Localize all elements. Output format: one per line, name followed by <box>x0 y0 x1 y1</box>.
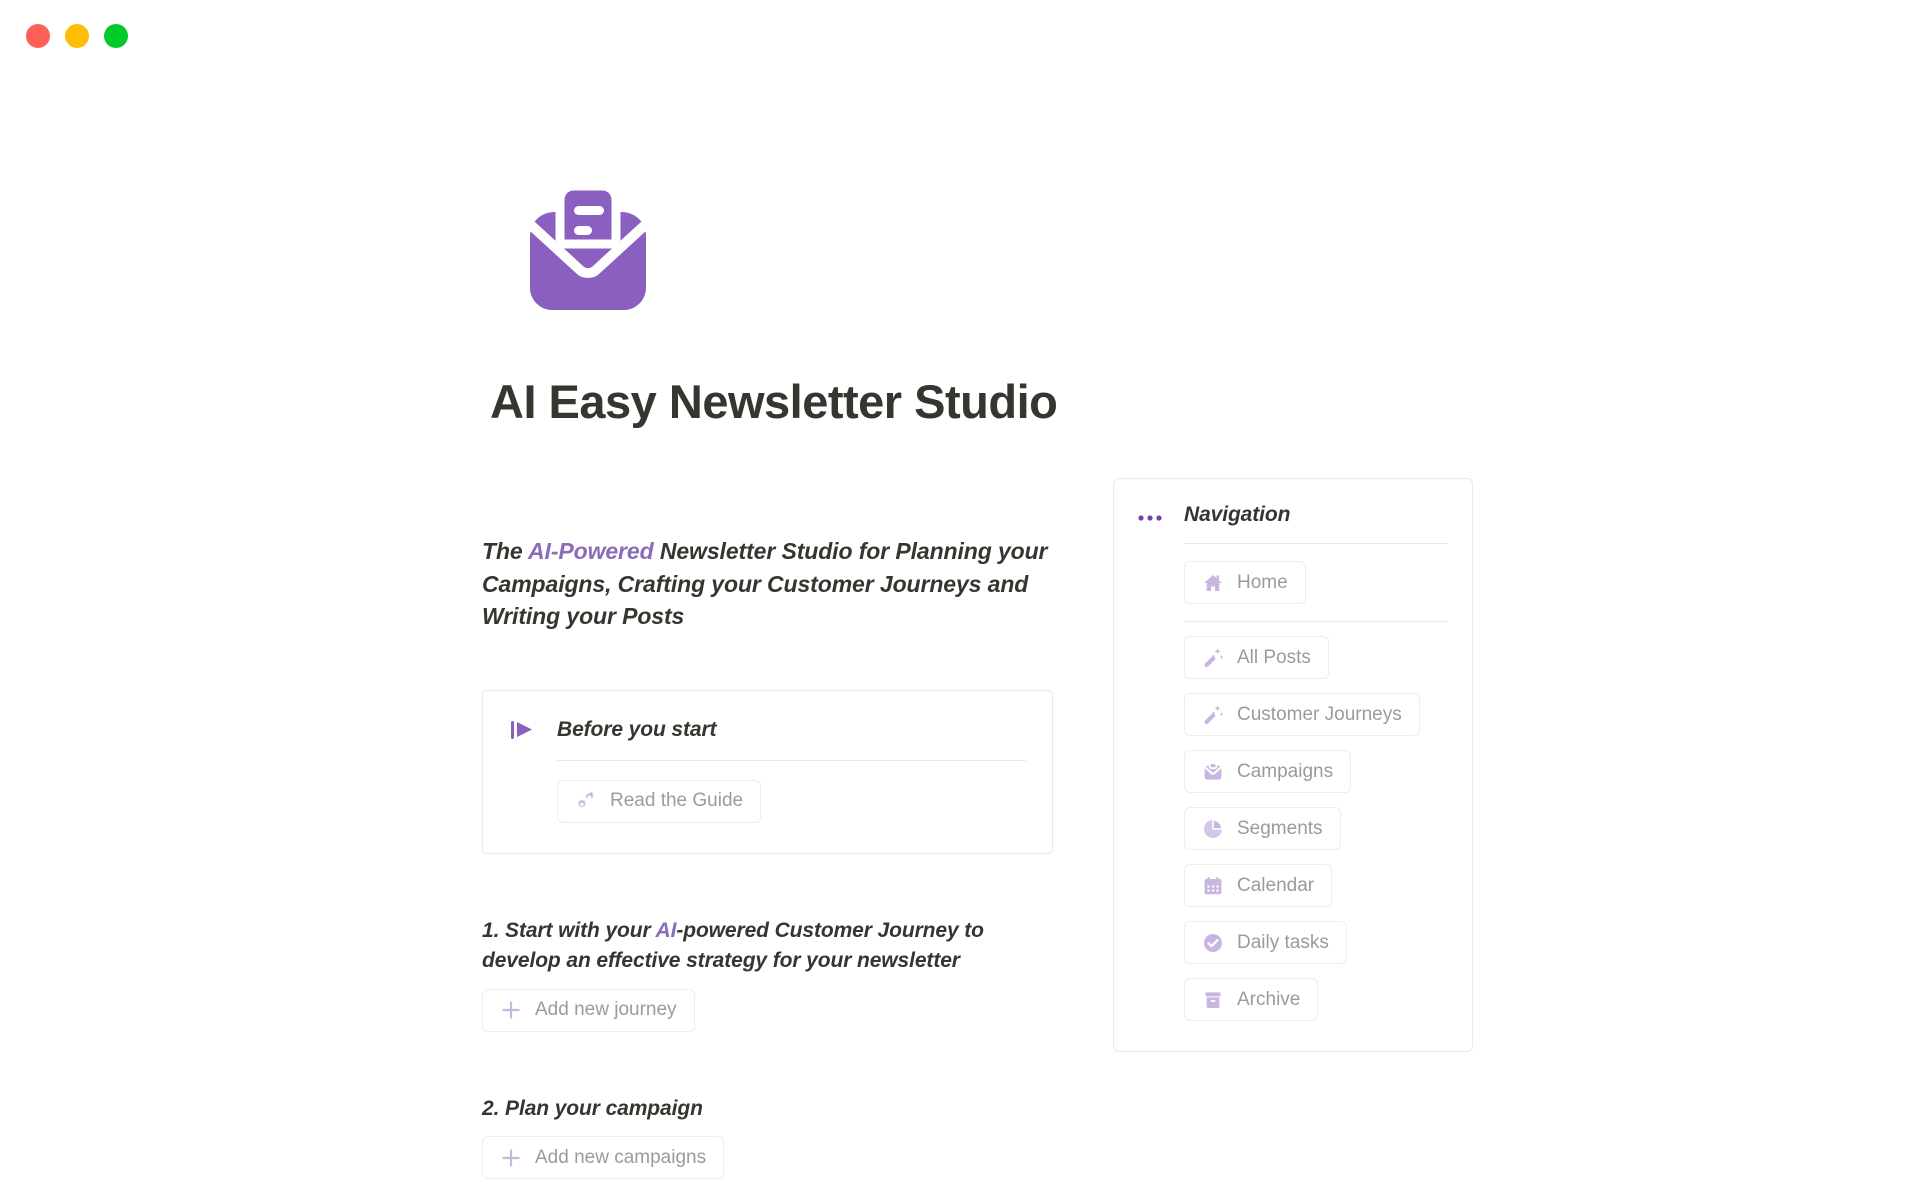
navigation-panel: Navigation Home All Posts Customer Journ… <box>1113 478 1473 1052</box>
sidebar-item-home[interactable]: Home <box>1184 561 1306 604</box>
nav-row-calendar: Calendar <box>1184 864 1448 907</box>
nav-row-home: Home <box>1184 561 1448 604</box>
three-dots-icon <box>1138 510 1162 521</box>
nav-row-segments: Segments <box>1184 807 1448 850</box>
read-the-guide-button[interactable]: Read the Guide <box>557 779 762 823</box>
step-1: 1. Start with your AI-powered Customer J… <box>482 916 1062 1032</box>
magic-wand-icon <box>1202 704 1224 726</box>
page-title: AI Easy Newsletter Studio <box>490 375 1058 428</box>
sidebar-item-home-label: Home <box>1237 571 1288 593</box>
sidebar-item-campaigns-label: Campaigns <box>1237 760 1334 782</box>
nav-row-archive: Archive <box>1184 978 1448 1021</box>
archive-icon <box>1202 989 1224 1011</box>
magic-wand-icon <box>1202 647 1224 669</box>
sidebar-item-all-posts-label: All Posts <box>1237 646 1311 668</box>
nav-row-customer-journeys: Customer Journeys <box>1184 693 1448 736</box>
gears-icon <box>575 790 597 812</box>
sidebar-item-calendar[interactable]: Calendar <box>1184 864 1333 907</box>
step-1-title-accent: AI <box>655 918 677 942</box>
callout-title: Before you start <box>557 717 717 741</box>
nav-row-campaigns: Campaigns <box>1184 750 1448 793</box>
step-1-title: 1. Start with your AI-powered Customer J… <box>482 916 1062 976</box>
sidebar-item-all-posts[interactable]: All Posts <box>1184 636 1329 679</box>
read-the-guide-label: Read the Guide <box>610 790 744 812</box>
sidebar-item-daily-tasks[interactable]: Daily tasks <box>1184 921 1347 964</box>
calendar-icon <box>1202 875 1224 897</box>
add-new-journey-label: Add new journey <box>535 999 677 1021</box>
page-content: AI Easy Newsletter Studio The AI-Powered… <box>0 0 1920 1200</box>
plus-icon <box>500 1147 522 1169</box>
callout-header: Before you start <box>509 717 1026 743</box>
sidebar-item-archive-label: Archive <box>1237 988 1301 1010</box>
nav-row-daily-tasks: Daily tasks <box>1184 921 1448 964</box>
sidebar-item-customer-journeys-label: Customer Journeys <box>1237 703 1402 725</box>
before-you-start-callout: Before you start Read the Guide <box>482 689 1053 854</box>
main-column: The AI-Powered Newsletter Studio for Pla… <box>482 535 1062 1180</box>
add-new-journey-button[interactable]: Add new journey <box>482 988 695 1032</box>
sidebar-item-archive[interactable]: Archive <box>1184 978 1319 1021</box>
add-new-campaigns-button[interactable]: Add new campaigns <box>482 1136 725 1180</box>
navigation-group-divider <box>1184 621 1448 622</box>
envelope-document-icon <box>518 178 658 318</box>
sidebar-item-daily-tasks-label: Daily tasks <box>1237 931 1329 953</box>
pie-chart-icon <box>1202 818 1224 840</box>
navigation-title: Navigation <box>1184 503 1291 526</box>
lede-paragraph: The AI-Powered Newsletter Studio for Pla… <box>482 535 1062 633</box>
sidebar-item-segments-label: Segments <box>1237 817 1323 839</box>
home-icon <box>1202 572 1224 594</box>
sidebar-item-customer-journeys[interactable]: Customer Journeys <box>1184 693 1420 736</box>
envelope-icon <box>1202 761 1224 783</box>
flag-icon <box>509 717 535 743</box>
sidebar-item-calendar-label: Calendar <box>1237 874 1315 896</box>
navigation-divider <box>1184 543 1448 544</box>
add-new-campaigns-label: Add new campaigns <box>535 1146 707 1168</box>
nav-row-all-posts: All Posts <box>1184 636 1448 679</box>
check-circle-icon <box>1202 932 1224 954</box>
navigation-items: Home All Posts Customer Journeys Campaig… <box>1184 561 1448 1021</box>
step-2-title: 2. Plan your campaign <box>482 1094 1062 1124</box>
sidebar-item-campaigns[interactable]: Campaigns <box>1184 750 1352 793</box>
lede-accent: AI-Powered <box>528 538 654 564</box>
step-2-title-prefix: 2. Plan your campaign <box>482 1096 703 1120</box>
navigation-header: Navigation <box>1138 503 1448 527</box>
sidebar-item-segments[interactable]: Segments <box>1184 807 1341 850</box>
step-1-title-prefix: 1. Start with your <box>482 918 656 942</box>
lede-prefix: The <box>482 538 529 564</box>
callout-divider <box>557 759 1026 761</box>
plus-icon <box>500 999 522 1021</box>
step-2: 2. Plan your campaign Add new campaigns <box>482 1094 1062 1180</box>
